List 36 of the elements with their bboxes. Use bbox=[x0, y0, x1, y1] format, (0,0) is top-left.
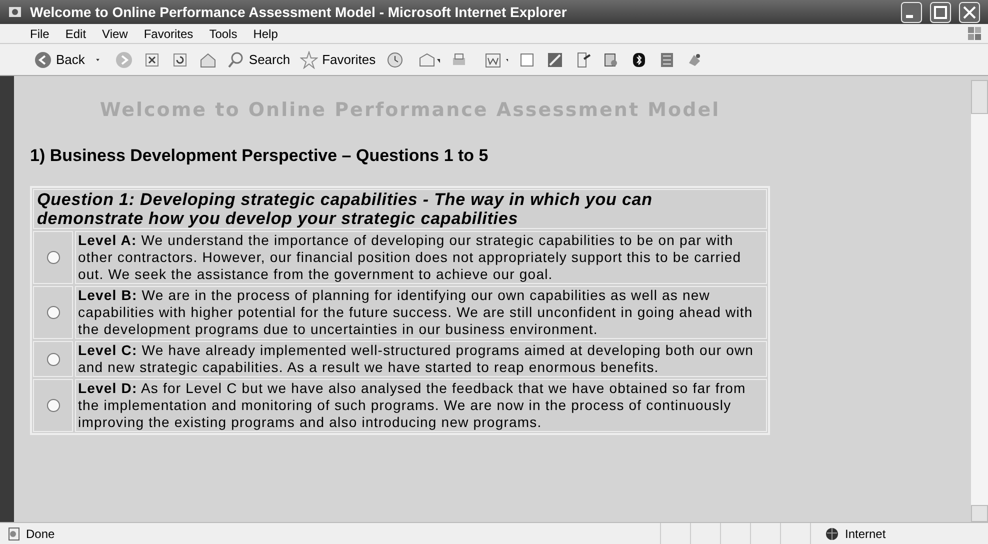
menu-item[interactable]: Favorites bbox=[144, 24, 194, 42]
menu-item[interactable]: Edit bbox=[65, 24, 86, 42]
status-text: Done bbox=[26, 526, 56, 542]
radio-button[interactable] bbox=[46, 352, 60, 366]
back-button[interactable]: Back bbox=[34, 50, 85, 70]
option-text: Level C: We have already implemented well-structured programs aimed at developing both our own and new strategic capabilities. As a result we have started to reap enormous benefits. bbox=[75, 341, 767, 377]
question-title: Question 1: Developing strategic capabilities - The way in which you can demonstrate how you develop your strategic capabilities bbox=[33, 189, 767, 229]
search-button[interactable]: Search bbox=[226, 50, 290, 70]
radio-button[interactable] bbox=[46, 306, 60, 319]
window-title: Welcome to Online Performance Assessment Model - Microsoft Internet Explorer bbox=[30, 2, 568, 22]
radio-button[interactable] bbox=[46, 399, 60, 412]
option-text: Level B: We are in the process of planning for identifying our own capabilities as well as new capabilities with higher potential for the future success. We are still unconfident in going ahead with the development programs due to uncertainties in our business environment. bbox=[75, 286, 767, 339]
globe-icon bbox=[825, 526, 839, 540]
history-icon[interactable] bbox=[386, 50, 404, 68]
close-icon[interactable] bbox=[959, 2, 980, 22]
zone-text: Internet bbox=[845, 526, 886, 542]
browser-icon bbox=[8, 5, 22, 19]
search-icon bbox=[226, 50, 245, 68]
stop-icon[interactable] bbox=[142, 50, 161, 68]
menu-item[interactable]: View bbox=[102, 24, 128, 42]
home-icon[interactable] bbox=[198, 50, 217, 68]
menu-item[interactable]: File bbox=[30, 24, 50, 42]
option-text: Level D: As for Level C but we have also analysed the feedback that we have obtained so far from the implementation and monitoring of such programs. We are now in the process of continuously improving the existing programs and also introducing new programs. bbox=[75, 379, 767, 432]
scrollbar[interactable] bbox=[971, 80, 988, 522]
section-heading: 1) Business Development Perspective – Questions 1 to 5 bbox=[30, 144, 490, 166]
maximize-icon[interactable] bbox=[930, 2, 951, 22]
radio-button[interactable] bbox=[46, 251, 60, 264]
minimize-icon[interactable] bbox=[901, 2, 922, 22]
star-icon bbox=[300, 50, 318, 68]
menu-item[interactable]: Help bbox=[253, 24, 278, 42]
page-icon bbox=[6, 526, 22, 542]
menu-item[interactable]: Tools bbox=[209, 24, 238, 42]
note-icon[interactable] bbox=[518, 50, 536, 68]
option-text: Level A: We understand the importance of developing our strategic capabilities to be on par with other contractors. However, our financial position does not appropriately support this to be carried out. We seek the assistance from the government to achieve our goal. bbox=[75, 231, 767, 284]
refresh-icon[interactable] bbox=[170, 50, 189, 68]
favorites-button[interactable]: Favorites bbox=[300, 50, 376, 70]
